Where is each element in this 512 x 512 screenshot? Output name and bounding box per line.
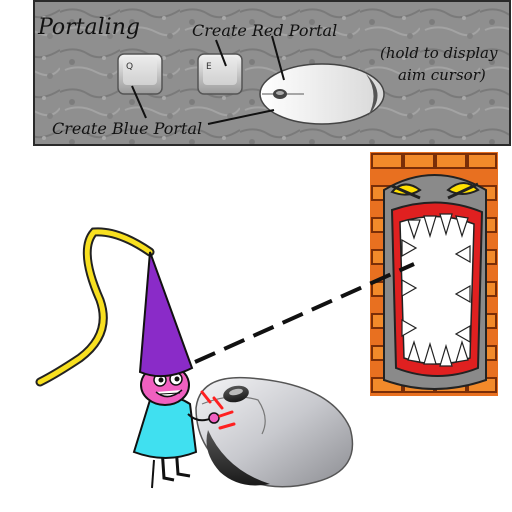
computer-mouse-icon [195,376,354,488]
panel-mouse-icon [259,63,385,125]
panel-title: Portaling [37,15,140,40]
q-key-label: Q [126,62,133,72]
create-blue-portal-label: Create Blue Portal [52,119,202,138]
tutorial-illustration: Portaling Create Red Portal Create Blue … [33,0,511,489]
hold-hint-line1: (hold to display [380,44,498,62]
create-red-portal-label: Create Red Portal [192,21,337,40]
tutorial-screen: Portaling Create Red Portal Create Blue … [0,0,512,512]
e-key-label: E [206,62,212,72]
q-key: Q [117,53,163,95]
instruction-panel: Portaling Create Red Portal Create Blue … [33,0,511,146]
e-key: E [197,53,243,95]
hold-hint-line2: aim cursor) [398,66,486,84]
gnome-girl-character [35,227,236,489]
